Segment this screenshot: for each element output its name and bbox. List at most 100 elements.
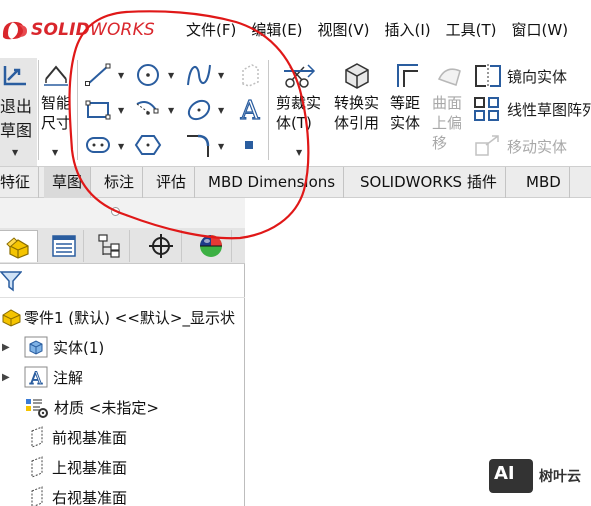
feature-manager-panel: 零件1 (默认) <<默认>_显示状 ▶ 实体(1) ▶ A 注解 材质 <未指… xyxy=(0,198,245,506)
tree-item-solid-bodies[interactable]: ▶ 实体(1) xyxy=(0,332,104,362)
mirror-entities-button[interactable]: 镜向实体 xyxy=(472,62,567,90)
offset-on-surface-button[interactable]: 曲面 上偏移 xyxy=(430,58,470,166)
menu-insert[interactable]: 插入(I) xyxy=(385,19,431,40)
tree-item-label: 注解 xyxy=(53,368,84,387)
separator xyxy=(268,60,269,160)
slot-icon[interactable] xyxy=(84,134,112,156)
text-icon[interactable]: A xyxy=(236,94,264,124)
property-list-icon xyxy=(51,235,76,257)
grip-dot[interactable] xyxy=(111,207,120,216)
spline-icon[interactable] xyxy=(184,61,214,89)
smart-dimension-label: 智能 尺寸 xyxy=(41,94,72,132)
trim-entities-button[interactable]: 剪裁实 体(T) ▼ xyxy=(274,58,328,166)
offset-surface-label: 曲面 上偏移 xyxy=(432,94,463,152)
part-icon xyxy=(2,309,21,327)
menu-view[interactable]: 视图(V) xyxy=(318,19,370,40)
filter-icon[interactable] xyxy=(0,269,22,293)
solid-body-icon xyxy=(24,336,48,358)
circle-icon[interactable] xyxy=(134,62,162,88)
arc-icon[interactable] xyxy=(134,96,162,122)
tree-item-top-plane[interactable]: 上视基准面 xyxy=(0,452,127,482)
tree-item-label: 右视基准面 xyxy=(52,488,128,506)
smart-dimension-icon xyxy=(44,65,68,86)
tab-sketch[interactable]: 草图 xyxy=(44,167,92,198)
mirror-icon xyxy=(475,64,501,88)
fillet-dropdown-icon[interactable]: ▼ xyxy=(218,142,224,151)
point-icon[interactable] xyxy=(242,138,256,152)
offset-entities-button[interactable]: 等距 实体 xyxy=(388,58,428,166)
rectangle-dropdown-icon[interactable]: ▼ xyxy=(118,106,124,115)
linear-pattern-button[interactable]: 线性草图阵列 xyxy=(472,94,591,124)
tree-item-material[interactable]: 材质 <未指定> xyxy=(0,392,159,422)
tab-mbd-dimensions[interactable]: MBD Dimensions xyxy=(200,167,345,198)
expand-arrow-icon[interactable]: ▶ xyxy=(2,372,14,383)
linear-pattern-label: 线性草图阵列 xyxy=(507,100,591,119)
separator xyxy=(77,60,78,160)
tree-root-label: 零件1 (默认) <<默认>_显示状 xyxy=(24,308,235,327)
display-manager-tab[interactable] xyxy=(190,230,232,262)
plane-icon xyxy=(31,486,43,506)
tree-root-part[interactable]: 零件1 (默认) <<默认>_显示状 xyxy=(0,302,235,332)
tree-item-front-plane[interactable]: 前视基准面 xyxy=(0,422,127,452)
part-icon xyxy=(6,236,29,259)
polygon-icon[interactable] xyxy=(134,132,162,158)
exit-sketch-dropdown-icon[interactable]: ▼ xyxy=(12,148,18,157)
tab-evaluate[interactable]: 评估 xyxy=(148,167,196,198)
configuration-icon xyxy=(97,234,120,258)
surface-icon[interactable] xyxy=(238,62,262,88)
trim-icon xyxy=(284,64,316,88)
convert-entities-button[interactable]: 转换实 体引用 xyxy=(332,58,386,166)
offset-surface-icon xyxy=(437,68,461,86)
mirror-label: 镜向实体 xyxy=(507,67,568,86)
ellipse-icon[interactable] xyxy=(184,96,214,124)
circle-dropdown-icon[interactable]: ▼ xyxy=(168,71,174,80)
appearance-sphere-icon xyxy=(199,235,222,257)
tree-item-annotations[interactable]: ▶ A 注解 xyxy=(0,362,83,392)
linear-pattern-icon xyxy=(474,97,499,121)
tree-item-label: 前视基准面 xyxy=(52,428,128,447)
smart-dimension-button[interactable]: 智能 尺寸 ▼ xyxy=(40,58,74,166)
watermark: AI 树叶云 xyxy=(489,459,581,493)
panel-grip[interactable] xyxy=(0,198,245,228)
slot-dropdown-icon[interactable]: ▼ xyxy=(118,142,124,151)
convert-label: 转换实 体引用 xyxy=(334,94,380,132)
menu-edit[interactable]: 编辑(E) xyxy=(251,19,302,40)
move-entities-button[interactable]: 移动实体 xyxy=(472,132,567,160)
smart-dimension-dropdown-icon[interactable]: ▼ xyxy=(52,148,58,157)
trim-dropdown-icon[interactable]: ▼ xyxy=(296,148,302,157)
arc-dropdown-icon[interactable]: ▼ xyxy=(168,106,174,115)
command-manager-ribbon: 退出 草图 ▼ 智能 尺寸 ▼ ▼ ▼ ▼ ▼ ▼ ▼ A ▼ ▼ 剪裁实 体(… xyxy=(0,58,591,166)
line-icon[interactable] xyxy=(84,63,112,87)
svg-text:A: A xyxy=(29,369,43,388)
exit-sketch-icon xyxy=(3,66,26,86)
spline-dropdown-icon[interactable]: ▼ xyxy=(218,71,224,80)
property-manager-tab[interactable] xyxy=(44,230,84,262)
ellipse-dropdown-icon[interactable]: ▼ xyxy=(218,106,224,115)
exit-sketch-button[interactable]: 退出 草图 ▼ xyxy=(0,58,37,166)
sketch-fillet-icon[interactable] xyxy=(184,132,214,160)
menu-window[interactable]: 窗口(W) xyxy=(512,19,569,40)
tree-item-label: 材质 <未指定> xyxy=(54,398,159,417)
menu-tools[interactable]: 工具(T) xyxy=(446,19,497,40)
tree-filter-bar xyxy=(0,264,245,298)
tab-markup[interactable]: 标注 xyxy=(96,167,144,198)
line-dropdown-icon[interactable]: ▼ xyxy=(118,71,124,80)
dimxpert-manager-tab[interactable] xyxy=(140,230,182,262)
feature-manager-tabs xyxy=(0,228,245,264)
move-entities-icon xyxy=(475,135,499,156)
feature-tree-tab[interactable] xyxy=(0,230,38,262)
menu-file[interactable]: 文件(F) xyxy=(186,19,236,40)
rectangle-icon[interactable] xyxy=(84,98,112,122)
tab-mbd[interactable]: MBD xyxy=(518,167,570,198)
tree-item-right-plane[interactable]: 右视基准面 xyxy=(0,482,127,506)
command-manager-tabs: 特征 草图 标注 评估 MBD Dimensions SOLIDWORKS 插件… xyxy=(0,166,591,198)
menu-bar: 文件(F) 编辑(E) 视图(V) 插入(I) 工具(T) 窗口(W) xyxy=(186,19,583,40)
tab-features[interactable]: 特征 xyxy=(0,167,40,198)
tab-solidworks-addins[interactable]: SOLIDWORKS 插件 xyxy=(352,167,506,198)
ai-badge-icon: AI xyxy=(489,459,533,493)
logo-wordmark: SOLIDWORKS xyxy=(31,20,155,40)
ds-logo-icon xyxy=(2,21,27,40)
separator xyxy=(38,60,39,160)
configuration-manager-tab[interactable] xyxy=(88,230,130,262)
expand-arrow-icon[interactable]: ▶ xyxy=(2,342,14,353)
